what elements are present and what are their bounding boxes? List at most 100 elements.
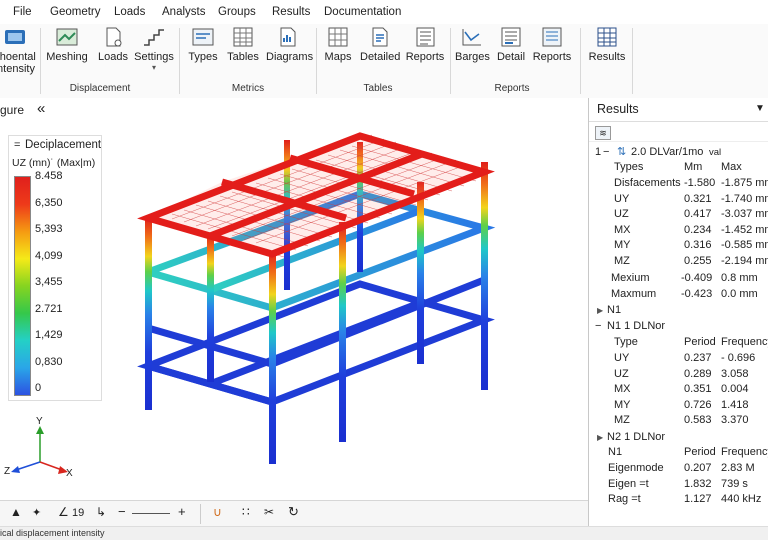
reports2-button[interactable]: Reports — [532, 26, 572, 63]
collapse-icon-n11: − — [595, 320, 602, 332]
group-tables: Tables — [363, 83, 393, 94]
diagrams-button[interactable]: Diagrams — [266, 26, 314, 63]
barges-label: Barges — [455, 51, 490, 63]
loads-button[interactable]: Loads — [96, 26, 130, 63]
step-icon[interactable]: ↳ — [96, 505, 106, 519]
axis-y-label: Y — [36, 416, 43, 427]
menu-documentation[interactable]: Documentation — [324, 6, 401, 18]
table-cell: MZ — [614, 254, 630, 267]
table-row[interactable]: UY 0.321 -1.740 mm — [589, 192, 768, 207]
table-cell: UZ — [614, 367, 629, 380]
table-row[interactable]: Rag =t 1.127 440 kHz — [589, 492, 768, 507]
detail-button[interactable]: Detail — [494, 26, 528, 63]
table-cell: 1.127 — [684, 493, 712, 505]
rotate-icon[interactable]: ↻ — [288, 504, 299, 520]
tables-button[interactable]: Tables — [226, 26, 260, 63]
view-header: gure « — [0, 98, 588, 123]
zoom-out-button[interactable]: − — [118, 504, 126, 519]
triangle-icon[interactable]: ▲ — [10, 505, 22, 519]
barges-button[interactable]: Barges — [455, 26, 490, 63]
panel-menu-icon[interactable]: ▼ — [755, 103, 765, 114]
n21-header[interactable]: ▶ N2 1 DLNor — [589, 430, 768, 445]
table-row[interactable]: MX 0.351 0.004 — [589, 382, 768, 397]
n1-node[interactable]: ▶ N1 — [589, 303, 768, 318]
ruler-icon[interactable]: ∪ — [213, 505, 222, 519]
scissors-icon[interactable]: ✂ — [264, 505, 274, 519]
menu-results[interactable]: Results — [272, 6, 310, 18]
case1-header[interactable]: 1 − ⇅ 2.0 DLVar/1mo val — [589, 145, 768, 160]
menu-analysts[interactable]: Analysts — [162, 6, 205, 18]
table-cell: Maxmum — [611, 288, 657, 300]
legend-title: Deciplacement — [25, 139, 102, 151]
results-icon[interactable]: ≋ — [595, 126, 611, 140]
table-cell: 0.321 — [684, 192, 712, 205]
types-button[interactable]: Types — [186, 26, 220, 63]
sparkle-icon[interactable]: ✦ — [32, 506, 41, 519]
stairs-icon — [144, 29, 164, 46]
menu-groups[interactable]: Groups — [218, 6, 256, 18]
counter-value: 19 — [72, 507, 85, 519]
table-row[interactable]: MY 0.726 1.418 — [589, 398, 768, 413]
table-cell: 0.583 — [684, 414, 712, 427]
table-icon — [233, 27, 253, 47]
diagram-icon — [280, 27, 296, 47]
angle-icon[interactable]: ∠ — [58, 505, 69, 519]
n21-col-frequency: Frequency — [721, 446, 768, 458]
table-cell: - 0.696 — [721, 352, 756, 364]
types-label: Types — [188, 51, 218, 63]
zoom-in-button[interactable]: + — [178, 504, 186, 519]
table-row[interactable]: UZ 0.289 3.058 — [589, 367, 768, 382]
col-mm: Mm — [684, 161, 703, 173]
table-cell: 0.726 — [684, 398, 712, 411]
n11-header[interactable]: − N1 1 DLNor — [589, 319, 768, 334]
diagrams-label: Diagrams — [266, 51, 314, 63]
group-displacement: Displacement — [69, 83, 131, 94]
table-cell: -0.423 — [681, 288, 713, 300]
table-row[interactable]: UY 0.237 - 0.696 — [589, 351, 768, 366]
table-row[interactable]: Mexium -0.409 0.8 mm — [589, 271, 768, 286]
collapse-icon[interactable]: « — [37, 100, 45, 117]
detailed-button[interactable]: Detailed — [360, 26, 400, 63]
n11-columns: Type Period Frequency — [589, 335, 768, 350]
legend-value: 3,455 — [35, 276, 63, 288]
table-cell: MY — [614, 239, 631, 251]
table-row[interactable]: Disfacements-1.580 -1.875 mm — [589, 176, 768, 191]
menu-file[interactable]: File — [13, 6, 32, 18]
results-panel: Results ▼ ≋ 1 − ⇅ 2.0 DLVar/1mo val Type… — [588, 98, 768, 526]
reports-button[interactable]: Reports — [405, 26, 445, 63]
intensity-button[interactable]: rhoental ntensity — [0, 26, 36, 75]
table-cell: Disfacements — [614, 177, 681, 189]
results-button[interactable]: Results — [588, 26, 626, 63]
table-row[interactable]: MZ 0.583 3.370 — [589, 413, 768, 428]
color-legend: = Deciplacement UZ (mn)˙ (Max|m) 8.458 6,… — [8, 135, 102, 401]
table-row[interactable]: MZ 0.255 -2.194 mm — [589, 254, 768, 269]
table-row[interactable]: Maxmum -0.423 0.0 mm — [589, 287, 768, 302]
table-cell: 0.234 — [684, 223, 712, 236]
table-cell: 0.237 — [684, 352, 712, 364]
legend-menu-icon[interactable]: = — [14, 139, 20, 151]
table-row[interactable]: Eigen =t 1.832 739 s — [589, 477, 768, 492]
table-cell: 739 s — [721, 477, 748, 490]
table-row[interactable]: UZ 0.417 -3.037 mm — [589, 207, 768, 222]
table-cell: 0.417 — [684, 208, 712, 220]
meshing-button[interactable]: Meshing — [46, 26, 88, 63]
meshing-icon — [56, 28, 78, 46]
expand-icon-n21: ▶ — [597, 433, 604, 442]
zoom-slider[interactable] — [132, 513, 170, 514]
col-types: Types — [614, 161, 644, 173]
menu-loads[interactable]: Loads — [114, 6, 145, 18]
menu-geometry[interactable]: Geometry — [50, 6, 101, 18]
reports-label: Reports — [405, 51, 445, 63]
n11-col-period: Period — [684, 336, 716, 348]
table-row[interactable]: Eigenmode 0.207 2.83 M — [589, 461, 768, 476]
table-cell: -1.875 mm — [721, 177, 768, 189]
maps-button[interactable]: Maps — [322, 26, 354, 63]
table-cell: Rag =t — [608, 493, 641, 505]
points-icon[interactable]: ∷ — [242, 505, 250, 519]
table-cell: 0.0 mm — [721, 288, 758, 300]
table-cell: UY — [614, 192, 630, 205]
settings-button[interactable]: Settings ▾ — [134, 26, 174, 72]
table-row[interactable]: MX 0.234 -1.452 mm — [589, 223, 768, 238]
table-row[interactable]: MY 0.316 -0.585 mm — [589, 238, 768, 253]
ribbon: rhoental ntensity Meshing Loads Settings… — [0, 24, 768, 99]
